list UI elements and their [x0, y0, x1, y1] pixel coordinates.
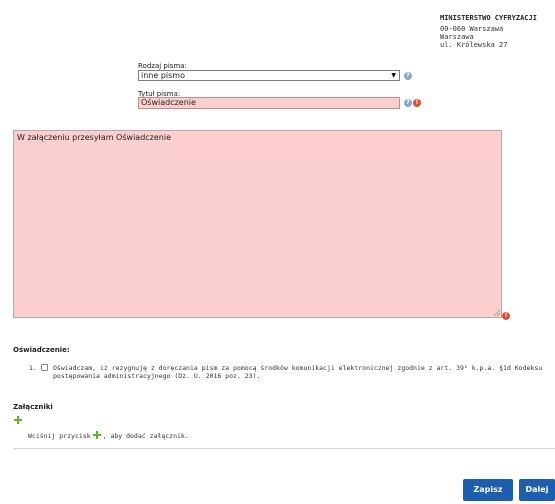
document-title-error-icon: !	[413, 99, 421, 107]
document-title-help-icon[interactable]: ?	[404, 99, 412, 107]
recipient-address: MINISTERSTWO CYFRYZACJI 00-060 Warszawa …	[440, 14, 537, 49]
recipient-name: MINISTERSTWO CYFRYZACJI	[440, 14, 537, 22]
document-content-textarea[interactable]: W załączeniu przesyłam Oświadczenie	[13, 130, 502, 318]
recipient-street: ul. Królewska 27	[440, 41, 508, 49]
add-attachment-plus-icon[interactable]	[14, 416, 22, 424]
recipient-postal: 00-060 Warszawa	[440, 25, 504, 33]
save-button[interactable]: Zapisz	[463, 479, 513, 501]
document-type-help-icon[interactable]: ?	[404, 72, 412, 80]
declaration-heading: Oświadczenie:	[13, 346, 70, 354]
inline-plus-icon	[92, 431, 101, 439]
declaration-item-number: 1.	[29, 364, 37, 372]
document-content-error-icon: !	[502, 312, 510, 320]
attachments-hint-before: Wciśnij przycisk	[28, 432, 91, 440]
declaration-checkbox[interactable]	[41, 364, 48, 371]
resize-grip-icon[interactable]	[493, 309, 500, 316]
document-type-select[interactable]: inne pismo ▼	[138, 70, 400, 81]
attachments-heading: Załączniki	[13, 403, 53, 411]
footer-divider	[13, 448, 555, 449]
document-type-label: Rodzaj pisma:	[138, 62, 187, 70]
attachments-hint: Wciśnij przycisk , aby dodać załącznik.	[28, 431, 189, 441]
document-title-input[interactable]: Oświadczenie	[138, 97, 400, 109]
document-type-value: inne pismo	[141, 71, 185, 80]
document-content-text: W załączeniu przesyłam Oświadczenie	[17, 133, 172, 142]
dropdown-arrow-icon: ▼	[391, 72, 396, 79]
recipient-city: Warszawa	[440, 33, 474, 41]
next-button[interactable]: Dalej	[519, 479, 555, 501]
attachments-hint-after: , aby dodać załącznik.	[102, 432, 189, 440]
declaration-item-text: Oświadczam, iż rezygnuję z doręczania pi…	[53, 364, 543, 380]
